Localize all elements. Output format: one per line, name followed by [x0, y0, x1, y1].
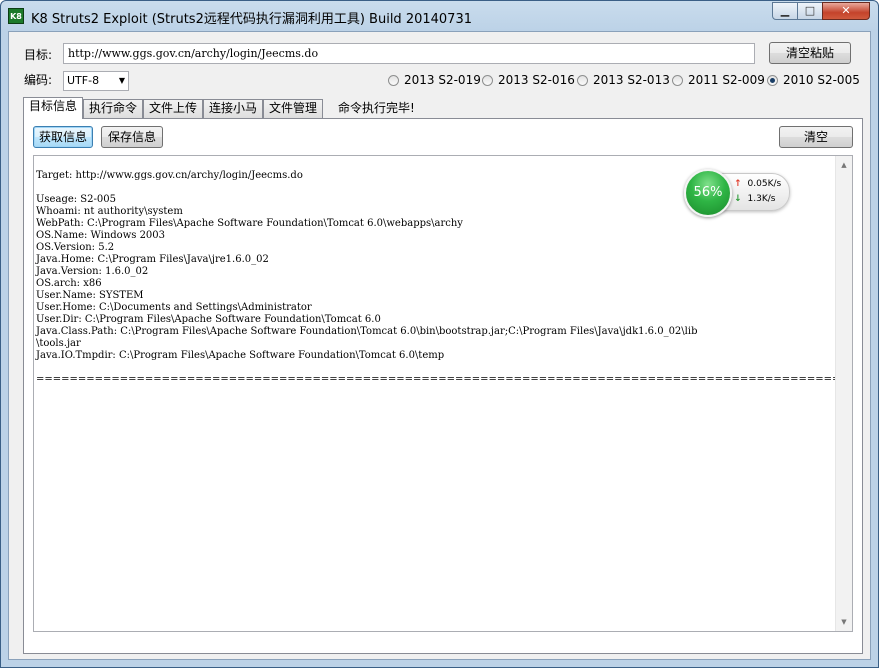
radio-button-icon [577, 75, 588, 86]
tab-file-manager[interactable]: 文件管理 [263, 99, 323, 118]
upload-arrow-icon: ↑ [734, 179, 742, 189]
window-title: K8 Struts2 Exploit (Struts2远程代码执行漏洞利用工具)… [31, 12, 472, 27]
minimize-button[interactable]: ▁ [772, 2, 798, 20]
target-url-input[interactable]: http://www.ggs.gov.cn/archy/login/Jeecms… [63, 43, 755, 64]
app-window: K8 K8 Struts2 Exploit (Struts2远程代码执行漏洞利用… [0, 0, 879, 668]
title-bar[interactable]: K8 K8 Struts2 Exploit (Struts2远程代码执行漏洞利用… [1, 1, 878, 31]
radio-s2-019[interactable]: 2013 S2-019 [388, 72, 481, 88]
radio-label: 2010 S2-005 [783, 73, 860, 87]
scroll-down-icon[interactable]: ▼ [836, 614, 852, 630]
radio-s2-009[interactable]: 2011 S2-009 [672, 72, 765, 88]
radio-button-icon [388, 75, 399, 86]
tab-target-info[interactable]: 目标信息 [23, 97, 83, 119]
radio-label: 2013 S2-019 [404, 73, 481, 87]
status-message: 命令执行完毕! [338, 101, 415, 115]
tab-execute-command[interactable]: 执行命令 [83, 99, 143, 118]
app-icon: K8 [8, 8, 24, 24]
radio-button-selected-icon [767, 75, 778, 86]
chevron-down-icon: ▼ [118, 76, 125, 85]
vertical-scrollbar[interactable]: ▲ ▼ [835, 156, 852, 631]
radio-s2-013[interactable]: 2013 S2-013 [577, 72, 670, 88]
network-speed-widget[interactable]: 56% ↑ 0.05K/s ↓ 1.3K/s [682, 169, 790, 217]
clear-paste-button[interactable]: 清空粘贴 [769, 42, 851, 64]
radio-s2-016[interactable]: 2013 S2-016 [482, 72, 575, 88]
usage-percent-circle: 56% [684, 169, 732, 217]
tab-file-upload[interactable]: 文件上传 [143, 99, 203, 118]
client-area: 目标: http://www.ggs.gov.cn/archy/login/Je… [8, 31, 871, 660]
radio-label: 2011 S2-009 [688, 73, 765, 87]
radio-button-icon [672, 75, 683, 86]
scroll-up-icon[interactable]: ▲ [836, 157, 852, 173]
output-textarea[interactable]: Target: http://www.ggs.gov.cn/archy/logi… [33, 155, 853, 632]
download-speed: ↓ 1.3K/s [734, 194, 775, 204]
radio-label: 2013 S2-016 [498, 73, 575, 87]
maximize-button[interactable]: □ [797, 2, 823, 20]
encoding-value: UTF-8 [67, 74, 100, 87]
encoding-select[interactable]: UTF-8 ▼ [63, 71, 129, 91]
save-info-button[interactable]: 保存信息 [101, 126, 163, 148]
radio-button-icon [482, 75, 493, 86]
radio-s2-005[interactable]: 2010 S2-005 [767, 72, 860, 88]
encoding-label: 编码: [24, 73, 53, 87]
upload-speed-value: 0.05K/s [747, 179, 782, 189]
radio-label: 2013 S2-013 [593, 73, 670, 87]
get-info-button[interactable]: 获取信息 [33, 126, 93, 148]
clear-output-button[interactable]: 清空 [779, 126, 853, 148]
download-arrow-icon: ↓ [734, 194, 742, 204]
target-label: 目标: [24, 48, 53, 62]
close-button[interactable]: ✕ [822, 2, 870, 20]
download-speed-value: 1.3K/s [747, 194, 776, 204]
upload-speed: ↑ 0.05K/s [734, 179, 781, 189]
tab-connect-webshell[interactable]: 连接小马 [203, 99, 263, 118]
